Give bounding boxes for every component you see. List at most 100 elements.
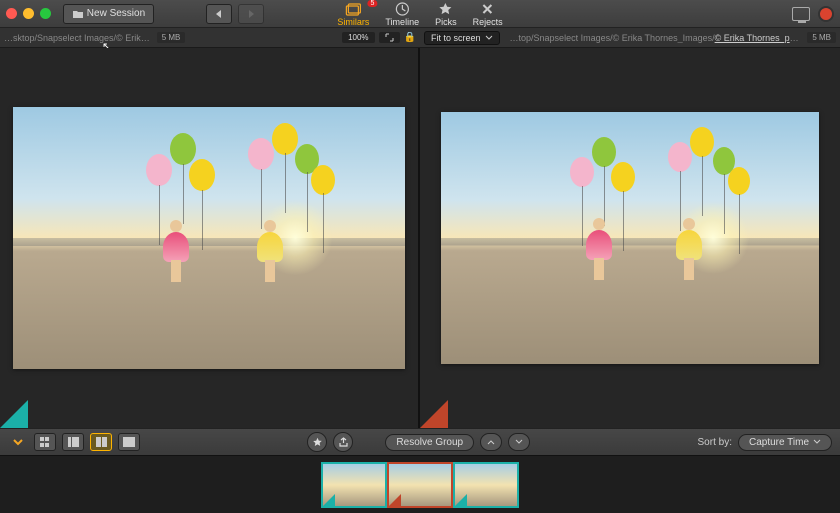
back-button[interactable]	[206, 4, 232, 24]
record-icon[interactable]	[818, 6, 834, 22]
chevron-down-icon	[12, 437, 24, 447]
new-session-button[interactable]: New Session	[63, 4, 154, 24]
sort-label: Sort by:	[698, 437, 732, 448]
tab-rejects-label: Rejects	[473, 17, 503, 27]
tab-rejects[interactable]: Rejects	[473, 2, 503, 27]
sort-dropdown[interactable]: Capture Time	[738, 434, 832, 451]
zoom-value: 100%	[348, 33, 368, 42]
balloon-yellow	[611, 162, 635, 192]
lower-toolbar: Resolve Group Sort by: Capture Time	[0, 428, 840, 456]
grid-icon	[40, 437, 50, 447]
child-figure	[675, 218, 703, 278]
view-single-button[interactable]	[118, 433, 140, 451]
right-pane[interactable]	[420, 48, 840, 428]
thumbnail[interactable]	[389, 464, 451, 506]
tab-timeline[interactable]: Timeline	[385, 2, 419, 27]
reject-flag-red	[420, 400, 448, 428]
next-group-button[interactable]	[508, 433, 530, 451]
left-filesize: 5 MB	[157, 32, 186, 43]
path-bar: …sktop/Snapselect Images/© Erika Thornes…	[0, 28, 840, 48]
collapse-toggle[interactable]	[8, 437, 28, 447]
display-icon[interactable]	[792, 7, 810, 21]
right-path-text: …top/Snapselect Images/© Erika Thornes_I…	[504, 33, 804, 43]
forward-button[interactable]	[238, 4, 264, 24]
thumbnail[interactable]	[323, 464, 385, 506]
star-rating-button[interactable]	[307, 432, 327, 452]
expand-icon	[385, 33, 394, 42]
chevron-down-icon	[485, 35, 493, 41]
zoom-indicator[interactable]: 100%	[342, 32, 374, 43]
right-photo	[441, 112, 819, 364]
window-traffic-lights	[6, 8, 51, 19]
right-filesize: 5 MB	[807, 32, 836, 43]
list-icon	[68, 437, 79, 447]
tab-similars-label: Similars	[337, 17, 369, 27]
left-photo	[13, 107, 406, 369]
balloon-pink	[570, 157, 594, 187]
filmstrip	[0, 456, 840, 513]
pick-flag-teal	[0, 400, 28, 428]
balloon-green	[592, 137, 616, 167]
left-path-prefix: …sktop/Snapselect Images/© Erika Thornes…	[4, 33, 153, 43]
share-icon	[338, 437, 349, 448]
pick-flag-teal	[323, 494, 335, 506]
pick-flag-teal	[455, 494, 467, 506]
fit-dropdown[interactable]: Fit to screen	[424, 31, 500, 45]
chevron-down-icon	[515, 439, 523, 445]
chevron-down-icon	[813, 439, 821, 445]
balloon-green	[170, 133, 196, 165]
sort-value: Capture Time	[749, 437, 809, 448]
window-close-button[interactable]	[6, 8, 17, 19]
prev-group-button[interactable]	[480, 433, 502, 451]
balloon-pink	[668, 142, 692, 172]
balloon-yellow	[311, 165, 335, 195]
child-figure	[256, 220, 284, 280]
right-path-prefix: …top/Snapselect Images/© Erika Thornes_I…	[510, 33, 715, 43]
balloon-yellow	[189, 159, 215, 191]
clock-icon	[393, 2, 411, 16]
tab-timeline-label: Timeline	[385, 17, 419, 27]
tab-similars[interactable]: 5 Similars	[337, 2, 369, 27]
balloon-pink	[248, 138, 274, 170]
child-figure	[162, 220, 190, 280]
title-bar: New Session 5 Similars Timeline Picks	[0, 0, 840, 28]
titlebar-right	[792, 6, 834, 22]
thumbnail[interactable]	[455, 464, 517, 506]
lock-icon[interactable]: 🔒	[404, 32, 416, 43]
balloon-pink	[146, 154, 172, 186]
reject-flag-red	[389, 494, 401, 506]
balloon-yellow	[728, 167, 750, 195]
share-button[interactable]	[333, 432, 353, 452]
stack-icon	[344, 2, 362, 16]
tab-picks[interactable]: Picks	[435, 2, 457, 27]
resolve-group-label: Resolve Group	[396, 437, 463, 448]
compare-icon	[96, 437, 107, 447]
compare-view	[0, 48, 840, 428]
left-path-text: …sktop/Snapselect Images/© Erika Thornes…	[4, 33, 153, 43]
resolve-group-button[interactable]: Resolve Group	[385, 434, 474, 451]
left-pane[interactable]	[0, 48, 420, 428]
forward-icon	[245, 9, 257, 19]
zoom-expand-button[interactable]	[379, 32, 400, 43]
window-minimize-button[interactable]	[23, 8, 34, 19]
window-maximize-button[interactable]	[40, 8, 51, 19]
view-list-button[interactable]	[62, 433, 84, 451]
view-compare-button[interactable]	[90, 433, 112, 451]
right-filename[interactable]: © Erika Thornes_ph2a5913-2.jpg	[715, 33, 804, 43]
chevron-up-icon	[487, 439, 495, 445]
x-icon	[479, 2, 497, 16]
fit-label: Fit to screen	[431, 33, 481, 43]
single-icon	[123, 437, 135, 447]
child-figure	[585, 218, 613, 278]
star-icon	[312, 437, 323, 448]
balloon-yellow	[690, 127, 714, 157]
view-grid-button[interactable]	[34, 433, 56, 451]
new-session-label: New Session	[87, 8, 145, 19]
balloon-yellow	[272, 123, 298, 155]
tab-picks-label: Picks	[435, 17, 457, 27]
folder-icon	[72, 9, 84, 19]
top-mode-tabs: 5 Similars Timeline Picks Rejects	[337, 2, 502, 27]
star-icon	[437, 2, 455, 16]
back-icon	[213, 9, 225, 19]
path-right: Fit to screen …top/Snapselect Images/© E…	[420, 31, 840, 45]
